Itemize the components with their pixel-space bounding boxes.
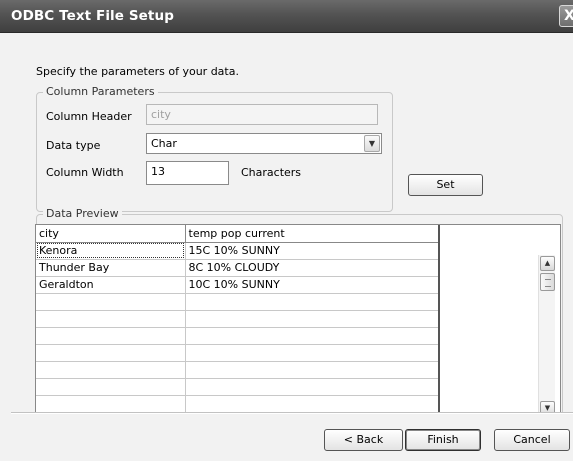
column-header-field[interactable]: city xyxy=(146,104,378,125)
scroll-thumb[interactable] xyxy=(540,273,555,291)
odbc-setup-dialog: ODBC Text File Setup X Specify the param… xyxy=(0,0,573,461)
back-button[interactable]: < Back xyxy=(324,429,403,451)
set-button[interactable]: Set xyxy=(408,174,483,196)
instruction-text: Specify the parameters of your data. xyxy=(36,65,239,78)
table-row xyxy=(36,378,440,396)
cancel-button[interactable]: Cancel xyxy=(494,429,570,451)
column-header-cell[interactable]: city xyxy=(36,225,186,243)
chevron-down-icon[interactable]: ▼ xyxy=(364,135,380,152)
data-type-label: Data type xyxy=(46,139,101,152)
data-preview-title: Data Preview xyxy=(43,207,122,220)
table-row xyxy=(36,293,440,311)
table-row xyxy=(36,361,440,379)
preview-table: city temp pop current Kenora 15C 10% SUN… xyxy=(36,225,440,413)
table-row xyxy=(36,310,440,328)
close-button[interactable]: X xyxy=(559,5,573,27)
table-cell[interactable]: 8C 10% CLOUDY xyxy=(185,259,440,277)
table-cell[interactable]: Geraldton xyxy=(36,276,186,294)
table-row: Kenora 15C 10% SUNNY xyxy=(36,242,440,260)
data-preview-grid[interactable]: city temp pop current Kenora 15C 10% SUN… xyxy=(35,224,561,418)
table-row xyxy=(36,344,440,362)
window-title: ODBC Text File Setup xyxy=(11,8,174,24)
table-header-row: city temp pop current xyxy=(36,225,440,243)
vertical-scrollbar[interactable]: ▲ ▼ xyxy=(538,255,555,418)
column-header-label: Column Header xyxy=(46,110,132,123)
table-cell[interactable]: 15C 10% SUNNY xyxy=(185,242,440,260)
table-cell[interactable]: 10C 10% SUNNY xyxy=(185,276,440,294)
table-row: Thunder Bay 8C 10% CLOUDY xyxy=(36,259,440,277)
column-width-label: Column Width xyxy=(46,166,124,179)
column-header-cell[interactable]: temp pop current xyxy=(185,225,440,243)
close-icon: X xyxy=(564,8,573,24)
dialog-body: Specify the parameters of your data. Col… xyxy=(0,34,573,419)
finish-button[interactable]: Finish xyxy=(405,429,481,451)
data-type-value: Char xyxy=(151,137,177,150)
table-row: Geraldton 10C 10% SUNNY xyxy=(36,276,440,294)
table-cell[interactable]: Thunder Bay xyxy=(36,259,186,277)
characters-label: Characters xyxy=(241,166,302,179)
table-cell[interactable]: Kenora xyxy=(36,242,186,260)
scroll-up-icon[interactable]: ▲ xyxy=(540,256,555,271)
column-parameters-title: Column Parameters xyxy=(43,85,158,98)
data-type-select[interactable]: Char ▼ xyxy=(146,133,382,154)
dialog-footer: < Back Finish Cancel xyxy=(0,414,573,461)
table-row xyxy=(36,327,440,345)
column-width-input[interactable]: 13 xyxy=(146,161,229,185)
table-row xyxy=(36,395,440,413)
title-bar: ODBC Text File Setup X xyxy=(0,0,573,33)
